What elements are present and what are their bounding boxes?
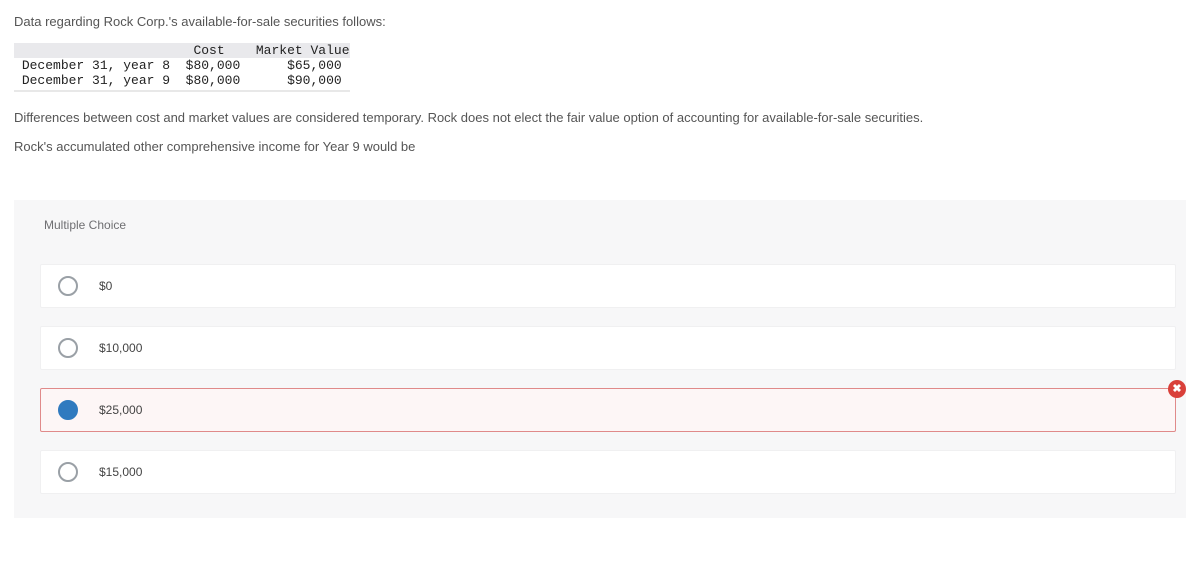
option-1[interactable]: $10,000 [40, 326, 1176, 370]
table-row: December 31, year 9 $80,000 $90,000 [14, 73, 342, 88]
radio-icon[interactable] [58, 462, 78, 482]
wrong-icon: ✖ [1168, 380, 1186, 398]
question-area: Multiple Choice $0 $10,000 $25,000 ✖ [14, 200, 1186, 518]
option-label: $10,000 [99, 341, 142, 355]
paragraph-2: Rock's accumulated other comprehensive i… [14, 139, 1186, 154]
radio-icon[interactable] [58, 276, 78, 296]
multiple-choice-label: Multiple Choice [14, 200, 1186, 248]
option-3[interactable]: $15,000 [40, 450, 1176, 494]
option-2[interactable]: $25,000 ✖ [40, 388, 1176, 432]
option-label: $15,000 [99, 465, 142, 479]
table-row: December 31, year 8 $80,000 $65,000 [14, 58, 342, 73]
radio-icon[interactable] [58, 400, 78, 420]
paragraph-1: Differences between cost and market valu… [14, 110, 1186, 125]
radio-icon[interactable] [58, 338, 78, 358]
option-label: $0 [99, 279, 112, 293]
options-container: $0 $10,000 $25,000 ✖ $15,000 [14, 248, 1186, 518]
securities-table: Cost Market Value December 31, year 8 $8… [14, 43, 350, 92]
option-label: $25,000 [99, 403, 142, 417]
intro-text: Data regarding Rock Corp.'s available-fo… [14, 14, 1186, 29]
option-0[interactable]: $0 [40, 264, 1176, 308]
